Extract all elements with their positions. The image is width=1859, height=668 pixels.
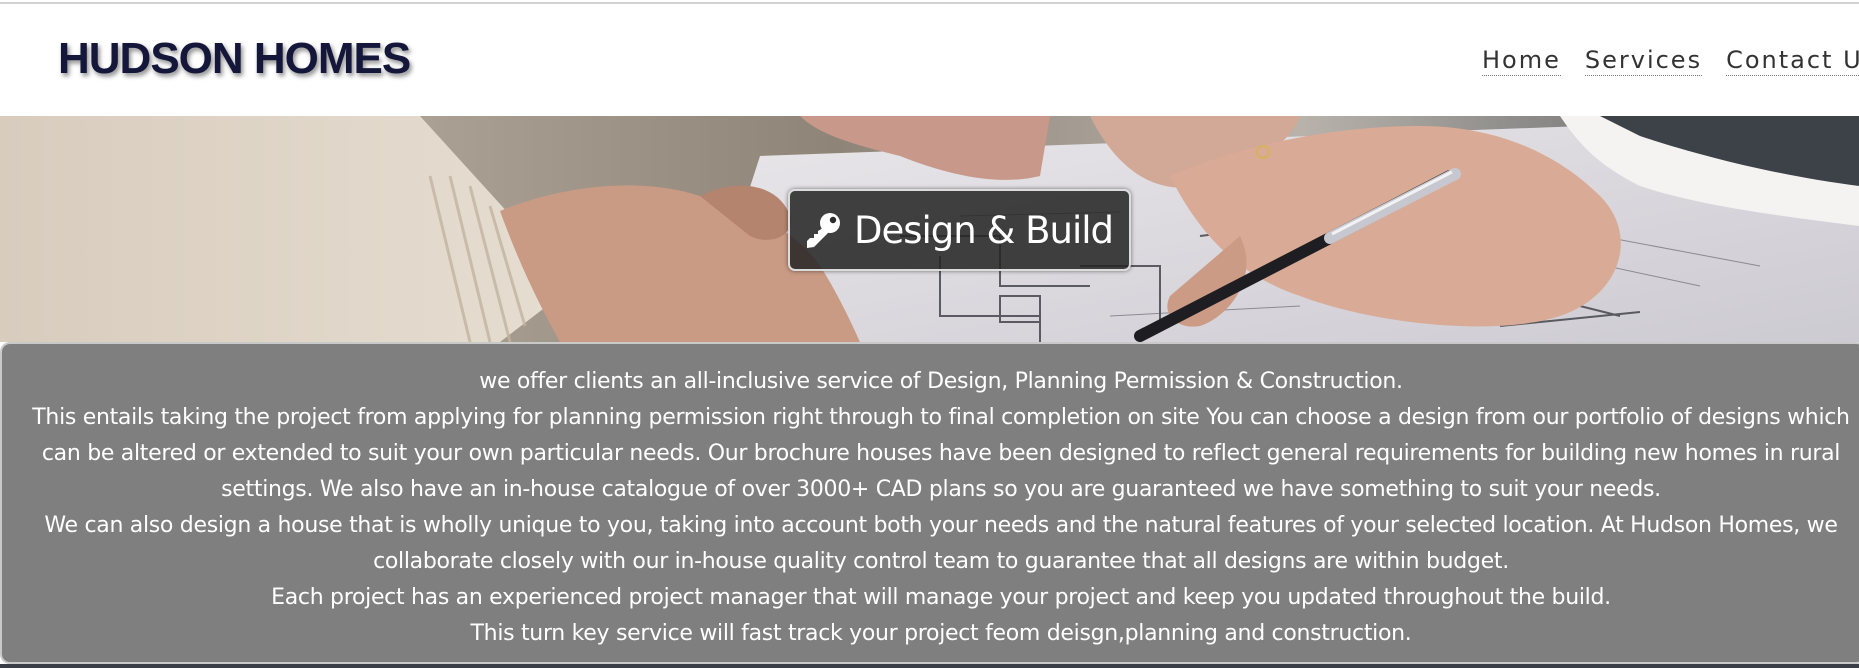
hero-title: Design & Build: [854, 208, 1114, 252]
description-paragraph: Each project has an experienced project …: [271, 585, 1611, 610]
nav-link-contact-us[interactable]: Contact Us: [1726, 46, 1859, 76]
main-nav: Home Services Contact Us: [1482, 46, 1859, 76]
nav-link-home[interactable]: Home: [1482, 46, 1561, 76]
bottom-image-strip: [0, 664, 1859, 668]
key-icon: [804, 210, 844, 250]
page: HUDSON HOMES Home Services Contact Us: [0, 0, 1859, 668]
site-header: HUDSON HOMES Home Services Contact Us: [0, 4, 1859, 116]
nav-link-services[interactable]: Services: [1584, 46, 1703, 76]
services-description-panel: we offer clients an all-inclusive servic…: [0, 342, 1859, 664]
site-logo[interactable]: HUDSON HOMES: [58, 34, 411, 84]
description-paragraph: we offer clients an all-inclusive servic…: [479, 369, 1403, 394]
hero-title-badge: Design & Build: [788, 189, 1132, 271]
hero-banner: Design & Build: [0, 116, 1859, 342]
description-paragraph: We can also design a house that is wholl…: [44, 513, 1838, 574]
description-paragraph: This turn key service will fast track yo…: [470, 621, 1412, 646]
description-paragraph: This entails taking the project from app…: [32, 405, 1850, 502]
